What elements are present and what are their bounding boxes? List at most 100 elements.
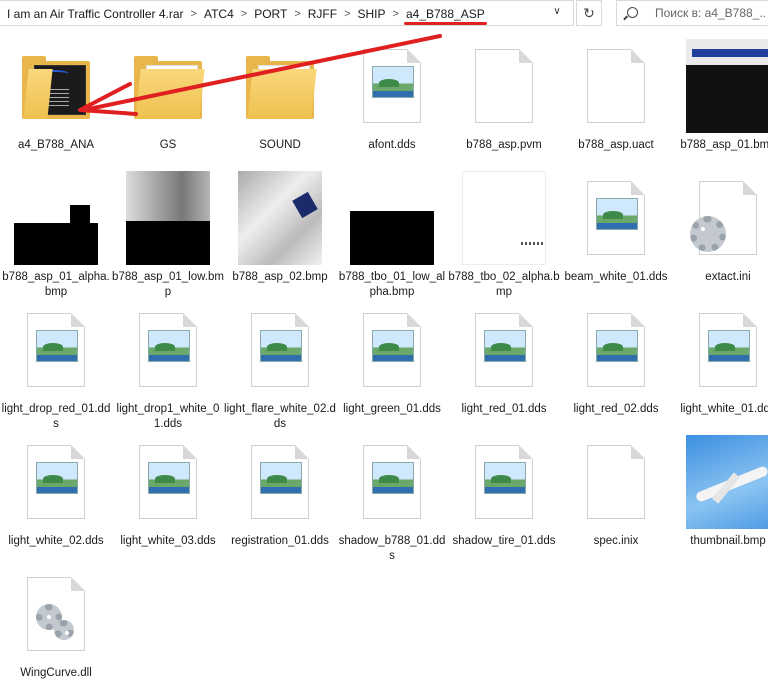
file-item[interactable]: b788_asp_02.bmp [224,170,336,300]
file-item[interactable]: light_flare_white_02.dds [224,302,336,432]
file-item[interactable]: b788_asp_01.bmp [672,38,768,168]
refresh-button[interactable]: ↻ [576,0,602,26]
file-item[interactable]: registration_01.dds [224,434,336,564]
chevron-right-icon[interactable]: > [291,8,303,20]
file-name: b788_asp_01_low.bmp [112,271,224,298]
file-thumbnail [462,170,546,266]
file-item[interactable]: b788_asp_01_alpha.bmp [0,170,112,300]
file-icon [587,445,645,519]
file-name: light_flare_white_02.dds [224,403,336,430]
file-name: b788_asp_01.bmp [680,139,768,151]
file-item[interactable]: light_drop1_white_01.dds [112,302,224,432]
file-thumbnail [126,434,210,530]
file-thumbnail [238,434,322,530]
file-name: SOUND [259,139,301,151]
file-thumbnail [574,302,658,398]
search-input[interactable]: Поиск в: a4_B788_... [655,6,767,20]
breadcrumb-item-rjff[interactable]: RJFF [304,7,341,21]
file-item[interactable]: afont.dds [336,38,448,168]
breadcrumb-item-atc4[interactable]: ATC4 [200,7,238,21]
file-item[interactable]: light_white_03.dds [112,434,224,564]
file-list: a4_B788_ANA GS SOUND afont.dds b788_asp.pvm b… [0,38,768,690]
file-name: a4_B788_ANA [17,139,95,151]
search-box[interactable]: Поиск в: a4_B788_... [616,0,768,26]
folder-icon [22,56,90,119]
bitmap-thumbnail [462,171,546,265]
file-thumbnail [238,38,322,134]
file-item[interactable]: light_red_01.dds [448,302,560,432]
chevron-right-icon[interactable]: > [188,8,200,20]
file-name: light_red_01.dds [461,403,547,415]
airplane-thumbnail [686,435,768,529]
breadcrumb-item-ship[interactable]: SHIP [354,7,390,21]
file-item[interactable]: light_white_01.dds [672,302,768,432]
history-dropdown-icon[interactable]: ∨ [549,6,565,22]
image-file-icon [587,181,645,255]
file-name: thumbnail.bmp [690,535,766,547]
file-item[interactable]: b788_asp.pvm [448,38,560,168]
file-item[interactable]: shadow_b788_01.dds [336,434,448,564]
file-item[interactable]: a4_B788_ANA [0,38,112,168]
file-thumbnail [350,434,434,530]
file-thumbnail [462,434,546,530]
image-file-icon [27,313,85,387]
file-name: b788_tbo_01_low_alpha.bmp [338,271,446,298]
file-item[interactable]: GS [112,38,224,168]
file-name: light_white_03.dds [120,535,216,547]
bitmap-thumbnail [126,171,210,265]
file-name: registration_01.dds [231,535,329,547]
file-item[interactable]: b788_tbo_02_alpha.bmp [448,170,560,300]
image-file-icon [699,313,757,387]
toolbar: I am an Air Traffic Controller 4.rar > A… [0,0,768,30]
image-file-icon [587,313,645,387]
chevron-right-icon[interactable]: > [238,8,250,20]
image-file-icon [363,49,421,123]
file-thumbnail [574,434,658,530]
address-bar[interactable]: I am an Air Traffic Controller 4.rar > A… [0,0,574,26]
breadcrumb-item-port[interactable]: PORT [250,7,291,21]
chevron-right-icon[interactable]: > [341,8,353,20]
file-name: b788_asp_02.bmp [232,271,328,283]
file-item[interactable]: light_red_02.dds [560,302,672,432]
file-item[interactable]: b788_asp.uact [560,38,672,168]
breadcrumb-item-current[interactable]: a4_B788_ASP [402,7,489,25]
file-name: b788_asp_01_alpha.bmp [2,271,110,298]
breadcrumb-item-rar[interactable]: I am an Air Traffic Controller 4.rar [3,7,188,21]
file-item[interactable]: light_green_01.dds [336,302,448,432]
file-item[interactable]: shadow_tire_01.dds [448,434,560,564]
settings-file-icon [690,181,757,255]
file-thumbnail [126,38,210,134]
file-item[interactable]: WingCurve.dll [0,566,112,696]
image-file-icon [139,313,197,387]
file-item[interactable]: beam_white_01.dds [560,170,672,300]
file-thumbnail [574,38,658,134]
file-thumbnail [462,38,546,134]
bitmap-thumbnail [14,171,98,265]
file-name: shadow_b788_01.dds [338,535,446,562]
file-item[interactable]: thumbnail.bmp [672,434,768,564]
file-item[interactable]: b788_tbo_01_low_alpha.bmp [336,170,448,300]
file-thumbnail [14,302,98,398]
file-item[interactable]: light_drop_red_01.dds [0,302,112,432]
file-name: beam_white_01.dds [564,271,668,283]
file-thumbnail [14,38,98,134]
image-file-icon [251,445,309,519]
folder-icon [246,56,317,119]
file-item[interactable]: extact.ini [672,170,768,300]
file-item[interactable]: SOUND [224,38,336,168]
folder-icon [134,56,205,119]
image-file-icon [363,445,421,519]
file-item[interactable]: light_white_02.dds [0,434,112,564]
file-name: GS [159,139,177,151]
file-item[interactable]: spec.inix [560,434,672,564]
file-thumbnail [126,170,210,266]
file-thumbnail [238,302,322,398]
file-item[interactable]: b788_asp_01_low.bmp [112,170,224,300]
file-name: light_green_01.dds [343,403,441,415]
file-name: light_white_01.dds [680,403,768,415]
file-name: light_drop_red_01.dds [1,403,111,430]
file-name: light_red_02.dds [573,403,659,415]
image-file-icon [27,445,85,519]
file-thumbnail [350,38,434,134]
chevron-right-icon[interactable]: > [390,8,402,20]
